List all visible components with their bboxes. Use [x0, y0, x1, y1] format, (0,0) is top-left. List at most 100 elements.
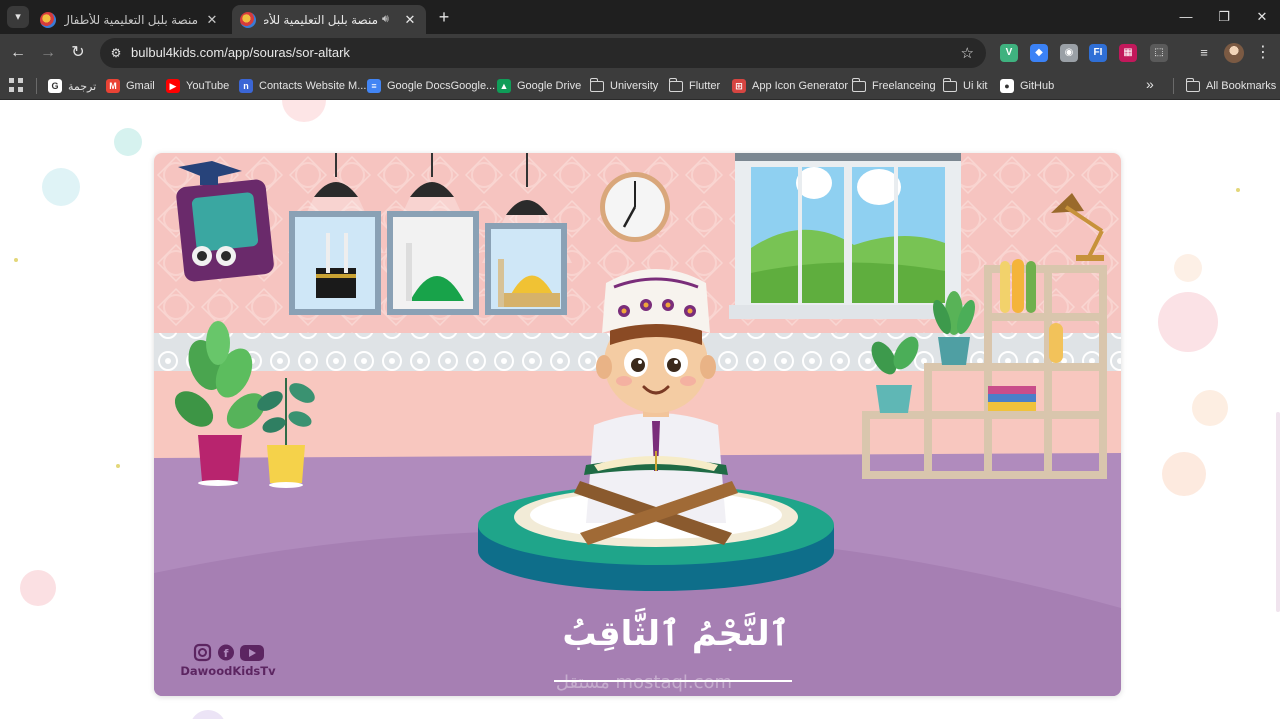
window — [729, 153, 967, 319]
bookmark-item[interactable]: Freelanceing — [851, 76, 936, 96]
all-bookmarks-label: All Bookmarks — [1206, 80, 1277, 92]
wall-clock — [600, 172, 670, 242]
facebook-icon: f — [224, 647, 229, 660]
bookmark-item[interactable]: G ترجمة — [48, 76, 96, 96]
bookmark-item[interactable]: M Gmail — [106, 76, 155, 96]
youtube-icon: ▶ — [166, 79, 180, 93]
gmail-icon: M — [106, 79, 120, 93]
close-tab-icon[interactable]: ✕ — [402, 12, 418, 28]
bookmark-item[interactable]: ≡ Google DocsGoogle... — [367, 76, 495, 96]
tab-active[interactable]: منصة بلبل التعليمية للأطفال 🔊︎ ✕ — [232, 5, 426, 34]
tab-title: منصة بلبل التعليمية للأطفال — [264, 12, 378, 27]
decorative-bubble — [114, 128, 142, 156]
bookmarks-separator — [36, 78, 37, 94]
bookmark-label: Ui kit — [963, 80, 988, 92]
forward-button[interactable]: → — [37, 42, 59, 64]
folder-icon — [851, 77, 866, 92]
decorative-bubble — [190, 710, 226, 719]
browser-menu-icon[interactable]: ⋮ — [1254, 43, 1272, 63]
folder-icon — [942, 77, 957, 92]
bookmark-label: GitHub — [1020, 80, 1055, 92]
bookmark-label: Flutter — [689, 80, 721, 92]
decorative-bubble — [1192, 390, 1228, 426]
bookmark-label: App Icon Generator — [752, 80, 849, 92]
tab-title: منصة بلبل التعليمية للأطفال — [64, 12, 198, 27]
address-bar[interactable]: ⚙ bulbul4kids.com/app/souras/sor-altark … — [100, 38, 986, 68]
back-button[interactable]: ← — [7, 42, 29, 64]
site-info-icon[interactable]: ⚙ — [108, 45, 124, 61]
bookmark-item[interactable]: University — [589, 76, 659, 96]
bulbul-favicon-icon — [240, 11, 256, 28]
media-control-icon[interactable]: ≡ — [1193, 42, 1215, 64]
all-bookmarks-button[interactable]: All Bookmarks — [1185, 76, 1277, 96]
decorative-bubble — [282, 100, 326, 122]
bulbul-favicon-icon — [40, 11, 56, 28]
audio-playing-icon[interactable]: 🔊︎ — [382, 13, 396, 26]
profile-avatar[interactable] — [1224, 43, 1244, 63]
decorative-bubble — [20, 570, 56, 606]
google-drive-icon: ▲ — [497, 79, 511, 93]
contacts-icon: n — [239, 79, 253, 93]
bookmark-label: YouTube — [186, 80, 230, 92]
app-icon-generator-icon: ⊞ — [732, 79, 746, 93]
golden-dome-picture-frame — [485, 223, 567, 315]
bookmark-label: ترجمة — [68, 80, 97, 93]
screen-capture-icon[interactable]: ▦ — [1119, 44, 1137, 62]
bookmark-label: Freelanceing — [872, 80, 936, 92]
bookmark-item[interactable]: Flutter — [668, 76, 721, 96]
bookmark-label: Contacts Website M... — [259, 80, 367, 92]
google-docs-icon: ≡ — [367, 79, 381, 93]
tab-search-button[interactable]: ▾ — [7, 6, 29, 28]
video-player[interactable]: ٱلنَّجْمُ ٱلثَّاقِبُ مستقل mostaql.com f… — [154, 153, 1121, 696]
bookmark-item[interactable]: ▶ YouTube — [166, 76, 229, 96]
close-tab-icon[interactable]: ✕ — [204, 12, 220, 28]
google-translate-icon: G — [48, 79, 62, 93]
reload-button[interactable]: ↻ — [67, 42, 89, 64]
bookmark-label: Google DocsGoogle... — [387, 80, 496, 92]
bookmark-label: Google Drive — [517, 80, 582, 92]
decorative-sparkle — [1236, 188, 1240, 192]
figma-plugin-icon[interactable]: FI — [1089, 44, 1107, 62]
kaaba-picture-frame — [289, 211, 381, 315]
folder-icon — [668, 77, 683, 92]
bookmark-item[interactable]: ▲ Google Drive — [497, 76, 581, 96]
bookmark-item[interactable]: ● GitHub — [1000, 76, 1054, 96]
browser-toolbar: ← → ↻ ⚙ bulbul4kids.com/app/souras/sor-a… — [0, 34, 1280, 72]
page-content: ٱلنَّجْمُ ٱلثَّاقِبُ مستقل mostaql.com f… — [0, 100, 1280, 719]
bookmark-label: University — [610, 80, 659, 92]
decorative-sparkle — [116, 464, 120, 468]
extensions-puzzle-icon[interactable]: ⬚ — [1150, 44, 1168, 62]
apps-grid-icon[interactable] — [9, 78, 23, 92]
decorative-bubble — [1174, 254, 1202, 282]
bookmarks-bar: G ترجمة M Gmail ▶ YouTube n Contacts Website M.… — [0, 72, 1280, 100]
tab-inactive[interactable]: منصة بلبل التعليمية للأطفال ✕ — [32, 5, 228, 34]
ethereum-icon[interactable]: ◆ — [1030, 44, 1048, 62]
mostaql-watermark: مستقل mostaql.com — [556, 672, 732, 693]
more-bookmarks-icon[interactable]: » — [1146, 76, 1154, 92]
minimize-button[interactable]: — — [1167, 0, 1205, 34]
camera-icon[interactable]: ◉ — [1060, 44, 1078, 62]
folder-icon — [1185, 77, 1200, 92]
maximize-button[interactable]: ❐ — [1205, 0, 1243, 34]
vue-devtools-icon[interactable]: V — [1000, 44, 1018, 62]
page-scrollbar[interactable] — [1276, 412, 1280, 612]
url-text[interactable]: bulbul4kids.com/app/souras/sor-altark — [131, 45, 350, 60]
github-icon: ● — [1000, 79, 1014, 93]
folder-icon — [589, 77, 604, 92]
bookmark-item[interactable]: n Contacts Website M... — [239, 76, 366, 96]
bookmark-item[interactable]: Ui kit — [942, 76, 988, 96]
green-dome-picture-frame — [387, 211, 479, 315]
bookmark-item[interactable]: ⊞ App Icon Generator — [732, 76, 848, 96]
surah-title: ٱلنَّجْمُ ٱلثَّاقِبُ — [562, 609, 789, 654]
decorative-bubble — [42, 168, 80, 206]
new-tab-button[interactable]: + — [434, 7, 454, 27]
decorative-bubble — [1158, 292, 1218, 352]
tab-strip: ▾ منصة بلبل التعليمية للأطفال ✕ منصة بلب… — [0, 0, 1280, 34]
video-frame[interactable]: ٱلنَّجْمُ ٱلثَّاقِبُ مستقل mostaql.com f… — [154, 153, 1121, 696]
close-window-button[interactable]: ✕ — [1243, 0, 1280, 34]
bookmark-star-icon[interactable]: ☆ — [961, 44, 974, 62]
bookmark-label: Gmail — [126, 80, 155, 92]
decorative-bubble — [1162, 452, 1206, 496]
bookmarks-separator — [1173, 78, 1174, 94]
decorative-sparkle — [14, 258, 18, 262]
